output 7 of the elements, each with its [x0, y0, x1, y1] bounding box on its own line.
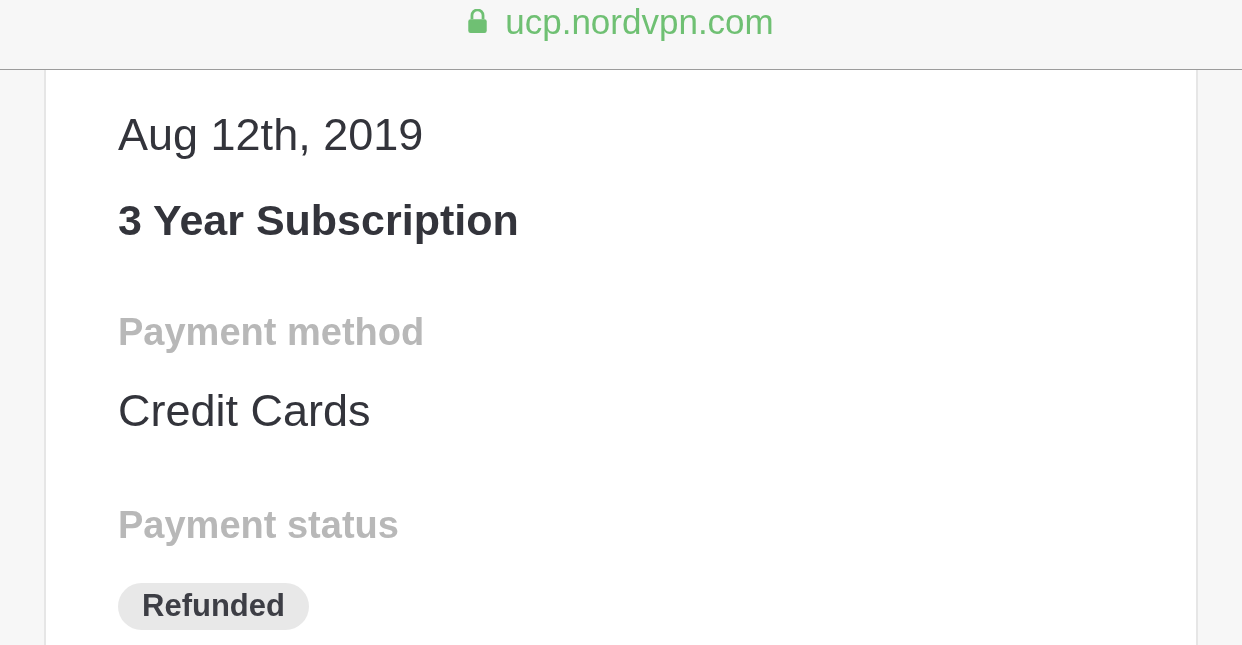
field-label: Payment status [118, 503, 399, 548]
field-value: Credit Cards [118, 387, 371, 435]
url-text[interactable]: ucp.nordvpn.com [505, 2, 774, 42]
payment-date: Aug 12th, 2019 [118, 111, 424, 159]
subscription-title: 3 Year Subscription [118, 196, 519, 244]
status-badge: Refunded [118, 583, 309, 630]
field-label: Payment method [118, 310, 425, 355]
